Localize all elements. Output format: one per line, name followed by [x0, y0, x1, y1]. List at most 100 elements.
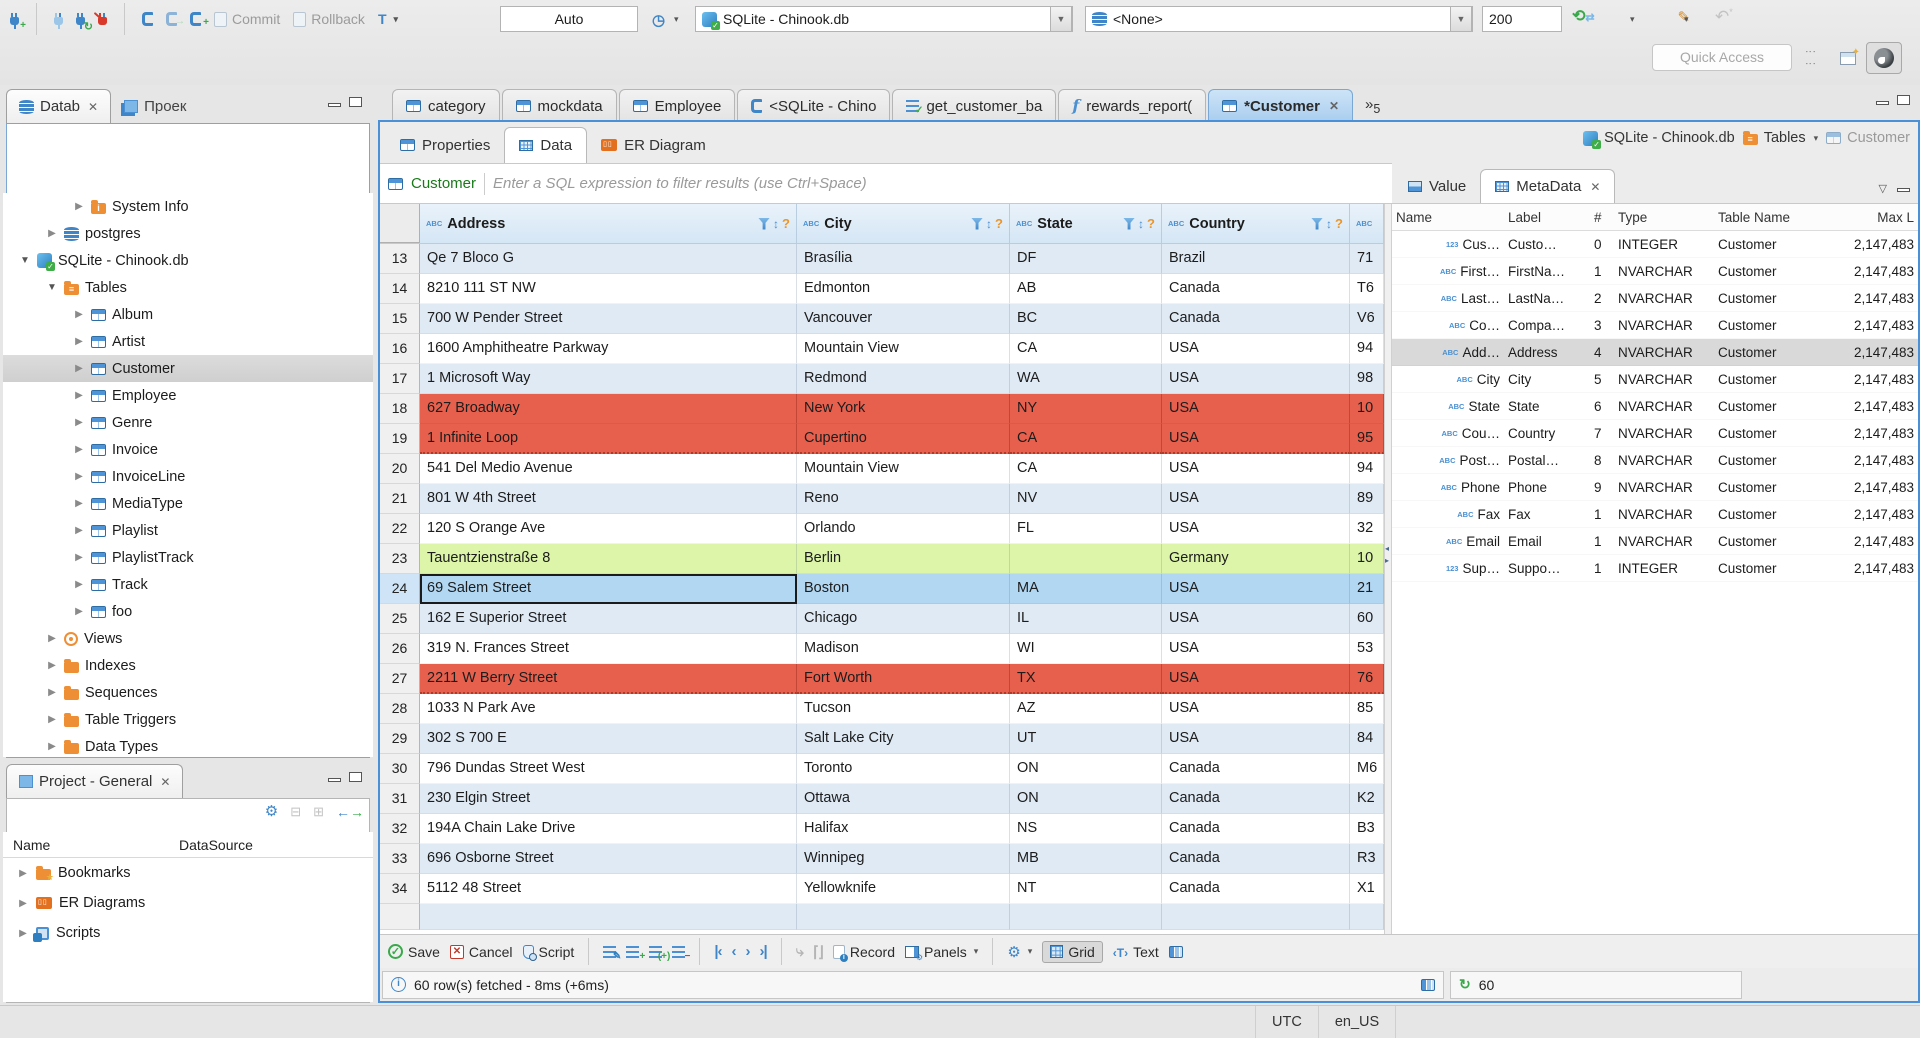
- grid-cell[interactable]: USA: [1162, 574, 1350, 604]
- panels-button[interactable]: Panels▾: [904, 944, 978, 962]
- row-number[interactable]: 27: [380, 664, 420, 694]
- grid-cell[interactable]: USA: [1162, 604, 1350, 634]
- disconnect-icon[interactable]: [98, 12, 107, 25]
- grid-cell[interactable]: Canada: [1162, 874, 1350, 904]
- grid-cell[interactable]: 1600 Amphitheatre Parkway: [420, 334, 797, 364]
- tab-database-navigator[interactable]: Datab ✕: [6, 89, 112, 123]
- grid-cell[interactable]: 94: [1350, 454, 1384, 484]
- grid-cell[interactable]: R3: [1350, 844, 1384, 874]
- open-sql-script-icon[interactable]: →: [166, 12, 185, 27]
- meta-row[interactable]: ABC Fax Fax 1 NVARCHAR Customer 2,147,483: [1392, 501, 1918, 528]
- expander-icon[interactable]: ▶: [73, 579, 85, 590]
- editor-tab-employee[interactable]: Employee: [618, 89, 736, 122]
- row-number[interactable]: 18: [380, 394, 420, 424]
- grid-cell[interactable]: USA: [1162, 694, 1350, 724]
- row-number[interactable]: 32: [380, 814, 420, 844]
- meta-row[interactable]: 123 Sup… Suppo… 1 INTEGER Customer 2,147,483: [1392, 555, 1918, 582]
- tree-item-genre[interactable]: ▶ Genre: [3, 409, 373, 436]
- grid-cell[interactable]: 10: [1350, 544, 1384, 574]
- grid-cell[interactable]: 10: [1350, 394, 1384, 424]
- grid-cell[interactable]: 53: [1350, 634, 1384, 664]
- calc-panel-icon[interactable]: [1421, 978, 1435, 991]
- grid-cell[interactable]: Germany: [1162, 544, 1350, 574]
- commit-button[interactable]: Commit: [214, 11, 280, 27]
- expander-icon[interactable]: ▼: [19, 255, 31, 266]
- record-button[interactable]: Record: [832, 944, 895, 962]
- meta-column-header-name[interactable]: Name: [1392, 210, 1504, 225]
- grid-cell[interactable]: M6: [1350, 754, 1384, 784]
- row-number[interactable]: 25: [380, 604, 420, 634]
- tree-item-employee[interactable]: ▶ Employee: [3, 382, 373, 409]
- grid-cell[interactable]: 1 Infinite Loop: [420, 424, 797, 454]
- filter-icon[interactable]: [1123, 217, 1136, 230]
- expander-icon[interactable]: ▶: [17, 928, 29, 939]
- tree-item-album[interactable]: ▶ Album: [3, 301, 373, 328]
- help-icon[interactable]: ?: [995, 216, 1003, 231]
- dbeaver-perspective-button[interactable]: [1866, 42, 1902, 74]
- tree-item-postgres[interactable]: ▶ postgres: [3, 220, 373, 247]
- editor-tab--customer[interactable]: *Customer ✕: [1208, 89, 1354, 122]
- grid-cell[interactable]: 21: [1350, 574, 1384, 604]
- schema-combo-arrow[interactable]: ▼: [1450, 6, 1472, 32]
- add-row-icon[interactable]: +: [626, 945, 645, 961]
- subtab-data[interactable]: Data: [504, 127, 588, 163]
- grid-cell[interactable]: Brazil: [1162, 244, 1350, 274]
- grid-cell[interactable]: Cupertino: [797, 424, 1010, 454]
- grid-cell[interactable]: TX: [1010, 664, 1162, 694]
- commit-mode-combo[interactable]: Auto: [500, 6, 638, 32]
- grid-cell[interactable]: AB: [1010, 274, 1162, 304]
- row-number[interactable]: 30: [380, 754, 420, 784]
- grid-cell[interactable]: Boston: [797, 574, 1010, 604]
- grid-cell[interactable]: Mountain View: [797, 454, 1010, 484]
- maximize-icon[interactable]: [1897, 95, 1910, 105]
- column-header-name[interactable]: Name: [3, 837, 179, 853]
- tree-item-track[interactable]: ▶ Track: [3, 571, 373, 598]
- grid-cell[interactable]: WI: [1010, 634, 1162, 664]
- next-row-icon[interactable]: ›: [746, 943, 751, 960]
- grid-cell[interactable]: 84: [1350, 724, 1384, 754]
- subtab-er-diagram[interactable]: ER Diagram: [587, 127, 720, 163]
- grid-cell[interactable]: Canada: [1162, 784, 1350, 814]
- grid-cell[interactable]: 2211 W Berry Street: [420, 664, 797, 694]
- expander-icon[interactable]: ▶: [73, 336, 85, 347]
- meta-row[interactable]: ABC Email Email 1 NVARCHAR Customer 2,147,483: [1392, 528, 1918, 555]
- splitter-left-icon[interactable]: ◂: [1385, 544, 1389, 553]
- rollback-button[interactable]: Rollback: [293, 11, 365, 27]
- column-header-country[interactable]: ABC Country ↕?: [1162, 204, 1350, 243]
- tree-item-playlist[interactable]: ▶ Playlist: [3, 517, 373, 544]
- column-header-datasource[interactable]: DataSource: [179, 837, 253, 853]
- grid-cell[interactable]: Canada: [1162, 304, 1350, 334]
- grid-cell[interactable]: V6: [1350, 304, 1384, 334]
- tree-item-tables[interactable]: ▼ ≡ Tables: [3, 274, 373, 301]
- datasource-combo[interactable]: SQLite - Chinook.db ▼: [695, 6, 1073, 32]
- meta-column-header-table-name[interactable]: Table Name: [1714, 210, 1844, 225]
- meta-row[interactable]: ABC Cou… Country 7 NVARCHAR Customer 2,147,483: [1392, 420, 1918, 447]
- grid-cell[interactable]: NS: [1010, 814, 1162, 844]
- grid-cell[interactable]: CA: [1010, 334, 1162, 364]
- breadcrumb-container[interactable]: ≡ Tables ▾: [1742, 130, 1818, 146]
- grid-cell[interactable]: 85: [1350, 694, 1384, 724]
- grid-cell[interactable]: Vancouver: [797, 304, 1010, 334]
- grid-cell[interactable]: UT: [1010, 724, 1162, 754]
- grid-cell[interactable]: Orlando: [797, 514, 1010, 544]
- expander-icon[interactable]: ▶: [73, 498, 85, 509]
- duplicate-row-icon[interactable]: (+): [649, 945, 670, 961]
- tree-item-foo[interactable]: ▶ foo: [3, 598, 373, 625]
- grid-cell[interactable]: Halifax: [797, 814, 1010, 844]
- expander-icon[interactable]: ▶: [46, 741, 58, 752]
- expander-icon[interactable]: ▶: [73, 390, 85, 401]
- row-number[interactable]: 17: [380, 364, 420, 394]
- grid-mode-button[interactable]: Grid: [1042, 940, 1103, 963]
- connect-icon[interactable]: [54, 12, 63, 29]
- panel-splitter[interactable]: ◂ ▸: [1384, 204, 1392, 934]
- timezone-indicator[interactable]: UTC: [1255, 1006, 1318, 1038]
- expander-icon[interactable]: ▶: [73, 606, 85, 617]
- editor-tab-get-customer-ba[interactable]: get_customer_ba: [892, 89, 1057, 122]
- meta-row[interactable]: ABC Add… Address 4 NVARCHAR Customer 2,147,483: [1392, 339, 1918, 366]
- help-icon[interactable]: ?: [1147, 216, 1155, 231]
- help-icon[interactable]: ?: [782, 216, 790, 231]
- subtab-properties[interactable]: Properties: [386, 127, 504, 163]
- editor-tab--sqlite-chino[interactable]: <SQLite - Chino: [737, 89, 891, 122]
- expander-icon[interactable]: ▶: [73, 363, 85, 374]
- script-button[interactable]: Script: [522, 944, 574, 961]
